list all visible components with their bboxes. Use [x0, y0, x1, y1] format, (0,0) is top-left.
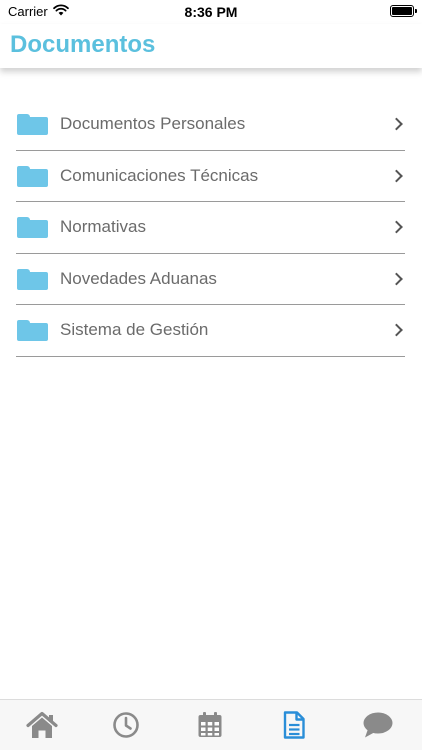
status-time: 8:36 PM [184, 4, 238, 20]
list-item-comunicaciones-tecnicas[interactable]: Comunicaciones Técnicas [16, 151, 405, 202]
tab-messages[interactable] [361, 710, 395, 740]
chevron-right-icon [390, 323, 403, 337]
clock-icon [113, 712, 139, 738]
list-item-label: Comunicaciones Técnicas [60, 165, 259, 185]
document-icon [283, 711, 305, 739]
tab-history[interactable] [109, 710, 143, 740]
list-item-label: Documentos Personales [60, 114, 246, 134]
chevron-right-icon [390, 220, 403, 234]
chat-bubble-icon [363, 712, 393, 738]
list-item-sistema-de-gestion[interactable]: Sistema de Gestión [16, 305, 405, 357]
folder-icon [17, 165, 48, 187]
list-item-label: Sistema de Gestión [60, 320, 209, 340]
tab-documents[interactable] [277, 710, 311, 740]
folder-icon [17, 320, 48, 342]
tab-bar [0, 699, 422, 750]
folder-icon [17, 217, 48, 239]
chevron-right-icon [390, 169, 403, 183]
list-item-label: Normativas [60, 217, 146, 237]
list-item-normativas[interactable]: Normativas [16, 202, 405, 254]
folder-icon [17, 114, 48, 136]
navigation-header: Documentos [0, 24, 422, 68]
battery-icon [390, 5, 417, 17]
list-item-novedades-aduanas[interactable]: Novedades Aduanas [16, 254, 405, 305]
status-bar: Carrier 8:36 PM [0, 0, 422, 24]
list-item-label: Novedades Aduanas [60, 268, 217, 288]
page-title: Documentos [10, 31, 156, 58]
chevron-right-icon [390, 272, 403, 286]
document-list: Documentos Personales Comunicaciones Téc… [16, 99, 405, 357]
calendar-icon [198, 712, 222, 737]
home-icon [26, 711, 58, 738]
folder-icon [17, 268, 48, 290]
chevron-right-icon [390, 117, 403, 131]
tab-home[interactable] [25, 710, 59, 740]
tab-calendar[interactable] [193, 710, 227, 740]
list-item-documentos-personales[interactable]: Documentos Personales [16, 99, 405, 151]
